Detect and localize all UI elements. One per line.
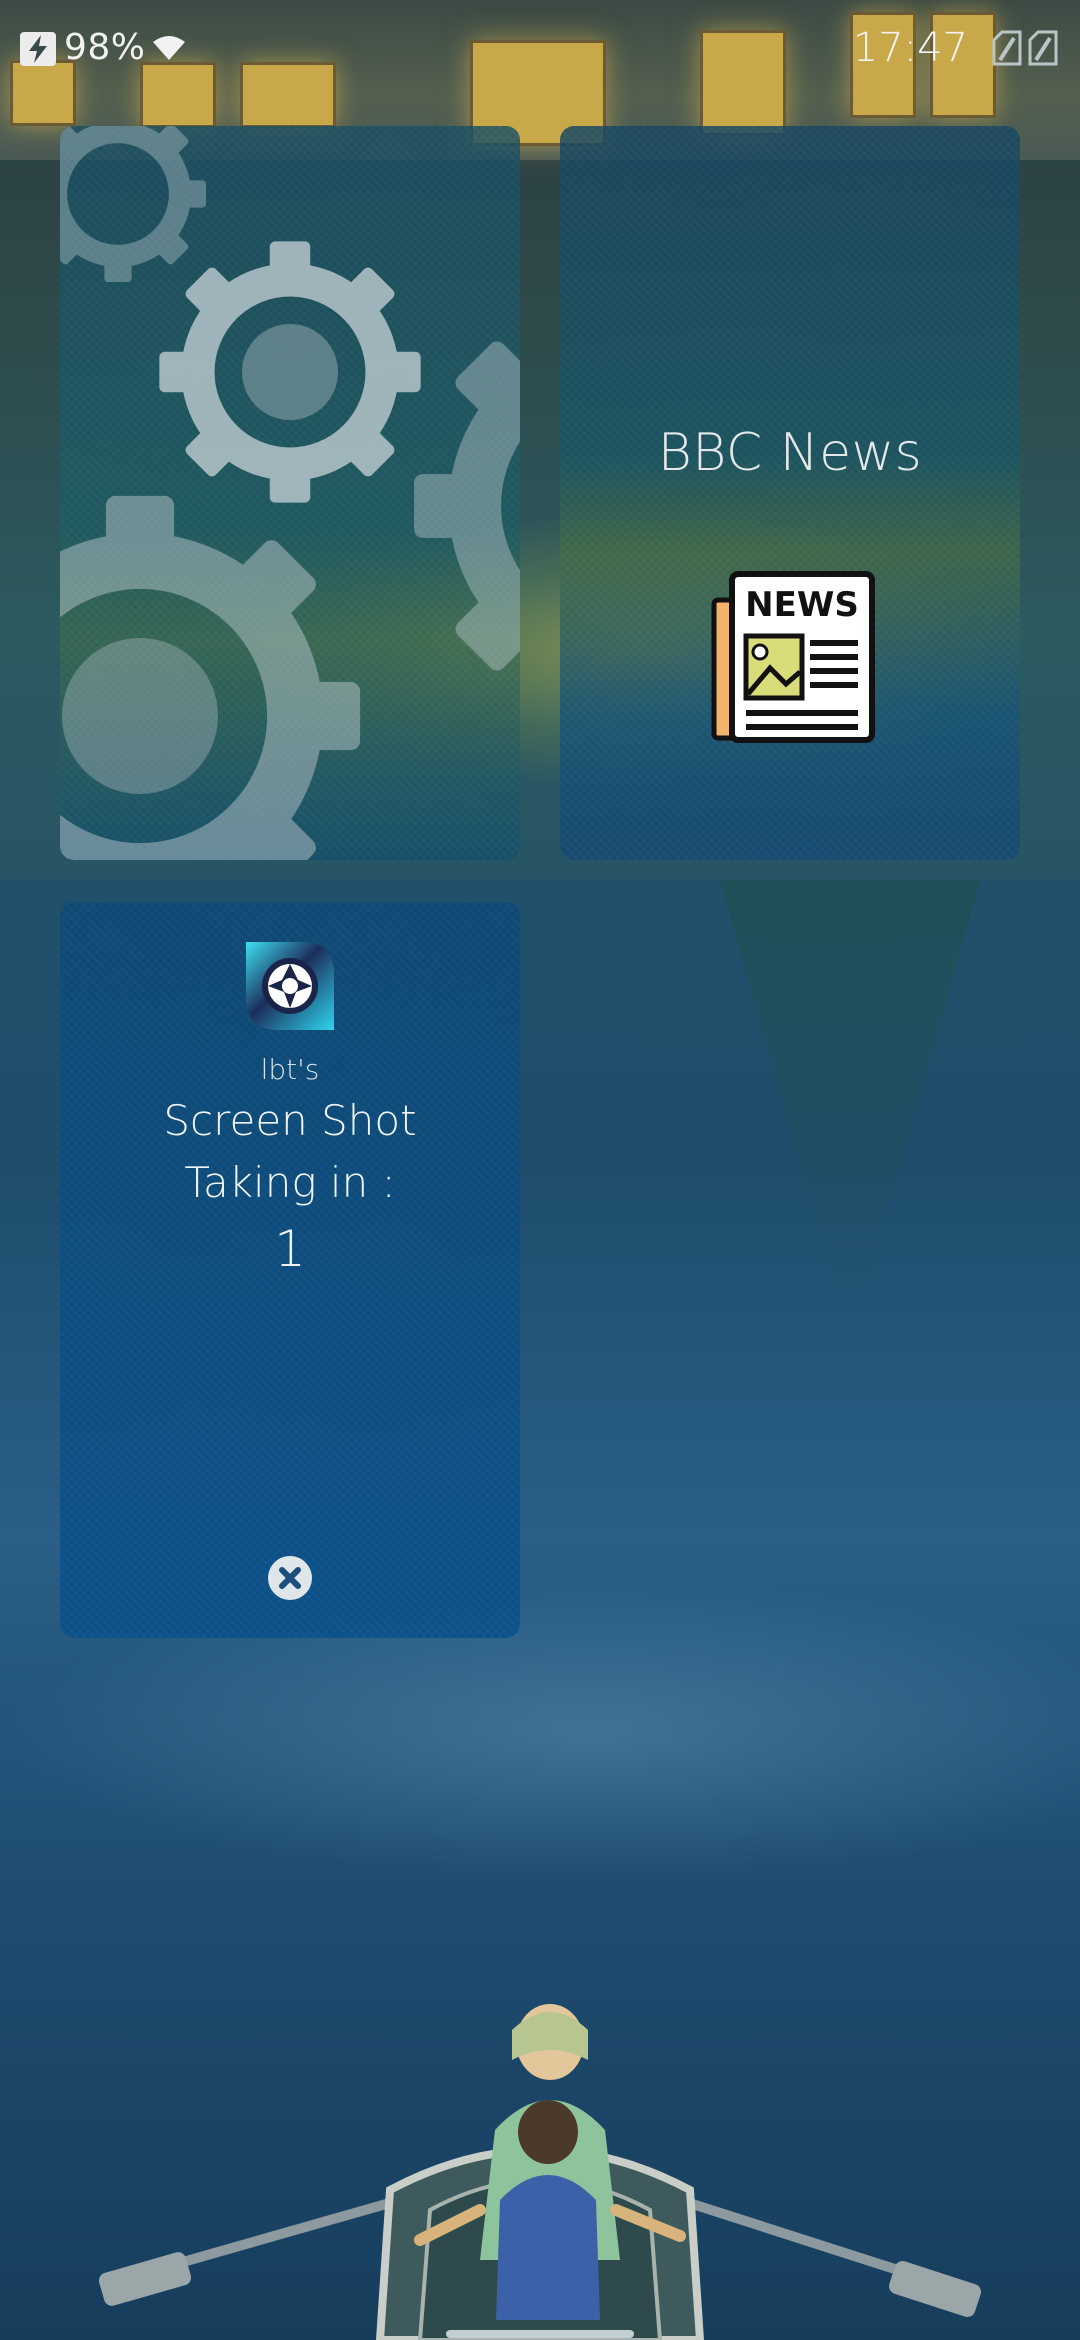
camera-shutter-icon: [246, 942, 334, 1030]
lightning-bolt-icon: [20, 32, 56, 66]
clock: 17:47: [852, 25, 968, 71]
home-indicator[interactable]: [446, 2330, 634, 2338]
sim-2-icon: [1028, 30, 1058, 66]
home-screen: 98% 17:47 BBC News NEWS lbt's Screen Sho…: [0, 0, 1080, 2340]
status-bar: 98% 17:47: [0, 0, 1080, 96]
close-icon: [279, 1567, 301, 1589]
countdown-label: Taking in :: [184, 1158, 396, 1207]
settings-tile[interactable]: [60, 126, 520, 860]
wifi-icon: [153, 36, 185, 60]
battery-percentage: 98%: [64, 27, 146, 68]
close-button[interactable]: [268, 1556, 312, 1600]
countdown-value: 1: [274, 1220, 306, 1278]
newspaper-icon: NEWS: [711, 571, 875, 743]
sim-1-icon: [992, 30, 1022, 66]
app-title: Screen Shot: [163, 1096, 417, 1145]
sim-signal-icons: [992, 30, 1058, 66]
wallpaper-rowboat: [98, 2004, 981, 2340]
news-icon-label: NEWS: [745, 585, 859, 625]
bbc-news-title: BBC News: [657, 423, 923, 483]
screenshot-tile[interactable]: lbt's Screen Shot Taking in : 1: [60, 902, 520, 1638]
gears-icon: [60, 126, 520, 860]
tile-texture: [560, 126, 1020, 860]
bbc-news-tile[interactable]: BBC News NEWS: [560, 126, 1020, 860]
app-owner-label: lbt's: [260, 1053, 320, 1086]
